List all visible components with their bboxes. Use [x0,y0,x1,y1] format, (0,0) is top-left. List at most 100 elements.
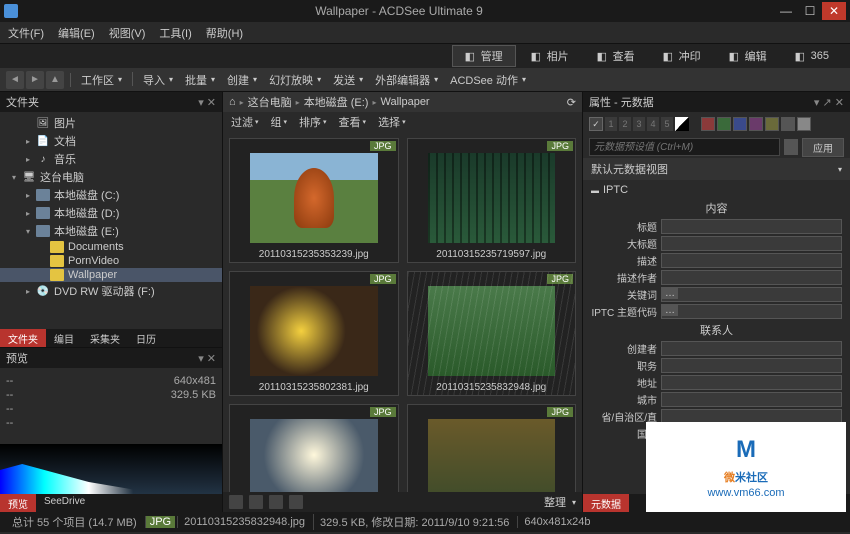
color-label-swatch[interactable] [717,117,731,131]
expand-icon[interactable]: ▾ [12,173,22,182]
rating-button[interactable]: 5 [661,117,673,131]
action-item[interactable]: 导入 [143,72,173,88]
action-item[interactable]: 幻灯放映 [269,72,321,88]
metadata-view-header[interactable]: 默认元数据视图▾ [583,158,850,180]
expand-icon[interactable]: ▸ [26,287,36,296]
expand-icon[interactable]: ▸ [26,209,36,218]
tree-item[interactable]: 🖼图片 [0,114,222,132]
thumbnail[interactable]: JPG [229,404,399,492]
filter-item[interactable]: 过滤 [231,114,259,130]
tree-item[interactable]: ▾本地磁盘 (E:) [0,222,222,240]
minimize-button[interactable]: — [774,2,798,20]
tool-icon[interactable] [229,495,243,509]
thumbnail[interactable]: JPG20110315235832948.jpg [407,271,577,396]
action-item[interactable]: 发送 [333,72,363,88]
metadata-input[interactable]: … [661,287,842,302]
thumbnail[interactable]: JPG20110315235719597.jpg [407,138,577,263]
breadcrumb-item[interactable]: 本地磁盘 (E:) [304,94,369,110]
metadata-input[interactable]: … [661,304,842,319]
metadata-input[interactable] [661,236,842,251]
filter-item[interactable]: 查看 [339,114,367,130]
action-item[interactable]: 工作区 [81,72,122,88]
action-item[interactable]: 外部编辑器 [375,72,438,88]
left-tab[interactable]: 采集夹 [82,329,128,347]
tree-item[interactable]: Documents [0,240,222,254]
refresh-icon[interactable]: ⟳ [567,96,576,109]
tree-item[interactable]: ▸本地磁盘 (D:) [0,204,222,222]
metadata-input[interactable] [661,219,842,234]
nav-back-button[interactable]: ◄ [6,71,24,89]
color-label-swatch[interactable] [749,117,763,131]
menu-item[interactable]: 视图(V) [109,25,146,41]
tree-item[interactable]: PornVideo [0,254,222,268]
action-item[interactable]: 创建 [227,72,257,88]
thumbnail[interactable]: JPG20110315235353239.jpg [229,138,399,263]
nav-up-button[interactable]: ▲ [46,71,64,89]
color-label-swatch[interactable] [733,117,747,131]
tree-item[interactable]: Wallpaper [0,268,222,282]
left-tab[interactable]: 编目 [46,329,82,347]
mode-tab[interactable]: ◧冲印 [650,45,714,67]
metadata-input[interactable] [661,270,842,285]
bw-toggle-icon[interactable] [675,117,689,131]
tool-icon[interactable] [249,495,263,509]
color-label-swatch[interactable] [781,117,795,131]
tree-item[interactable]: ▸💿DVD RW 驱动器 (F:) [0,282,222,300]
mode-tab[interactable]: ◧查看 [584,45,648,67]
mode-tab[interactable]: ◧相片 [518,45,582,67]
tag-checkbox[interactable]: ✓ [589,117,603,131]
expand-icon[interactable]: ▸ [26,155,36,164]
thumbnail[interactable]: JPG [407,404,577,492]
metadata-input[interactable] [661,375,842,390]
rating-button[interactable]: 2 [619,117,631,131]
color-label-swatch[interactable] [797,117,811,131]
left-tab[interactable]: 日历 [128,329,164,347]
breadcrumb-item[interactable]: Wallpaper [380,96,429,108]
nav-forward-button[interactable]: ► [26,71,44,89]
menu-item[interactable]: 编辑(E) [58,25,95,41]
expand-icon[interactable]: ▾ [26,227,36,236]
bottom-tab[interactable]: SeeDrive [36,494,93,512]
filter-item[interactable]: 选择 [378,114,406,130]
thumbnail[interactable]: JPG20110315235802381.jpg [229,271,399,396]
action-item[interactable]: ACDSee 动作 [450,72,526,88]
metadata-input[interactable] [661,341,842,356]
color-label-swatch[interactable] [765,117,779,131]
metadata-input[interactable] [661,253,842,268]
apply-button[interactable]: 应用 [802,138,844,157]
rating-button[interactable]: 4 [647,117,659,131]
tool-icon[interactable] [269,495,283,509]
rating-button[interactable]: 3 [633,117,645,131]
mode-tab[interactable]: ◧编辑 [716,45,780,67]
maximize-button[interactable]: ☐ [798,2,822,20]
tree-item[interactable]: ▾🖥这台电脑 [0,168,222,186]
rating-button[interactable]: 1 [605,117,617,131]
metadata-input[interactable] [661,358,842,373]
bottom-tab[interactable]: 预览 [0,494,36,512]
organize-label[interactable]: 整理 [544,494,566,510]
tree-item[interactable]: ▸♪音乐 [0,150,222,168]
field-picker-button[interactable]: … [662,288,678,299]
tree-item[interactable]: ▸本地磁盘 (C:) [0,186,222,204]
properties-tab[interactable]: 元数据 [583,494,629,512]
home-icon[interactable]: ⌂ [229,96,236,108]
action-item[interactable]: 批量 [185,72,215,88]
mode-tab[interactable]: ◧365 [782,47,842,65]
prop-close-icon[interactable]: ▾ ↗ ✕ [814,96,844,109]
breadcrumb-item[interactable]: 这台电脑 [248,94,292,110]
close-button[interactable]: ✕ [822,2,846,20]
dropdown-icon[interactable] [784,139,798,155]
menu-item[interactable]: 帮助(H) [206,25,243,41]
metadata-preset-select[interactable] [589,138,780,156]
tool-icon[interactable] [289,495,303,509]
tree-item[interactable]: ▸📄文档 [0,132,222,150]
color-label-swatch[interactable] [701,117,715,131]
expand-icon[interactable]: ▸ [26,137,36,146]
left-tab[interactable]: 文件夹 [0,329,46,347]
field-picker-button[interactable]: … [662,305,678,316]
menu-item[interactable]: 工具(I) [159,25,191,41]
mode-tab[interactable]: ◧管理 [452,45,516,67]
iptc-section-toggle[interactable]: ▬IPTC [591,182,842,198]
filter-item[interactable]: 组 [271,114,288,130]
chevron-down-icon[interactable]: ▾ [572,498,576,507]
